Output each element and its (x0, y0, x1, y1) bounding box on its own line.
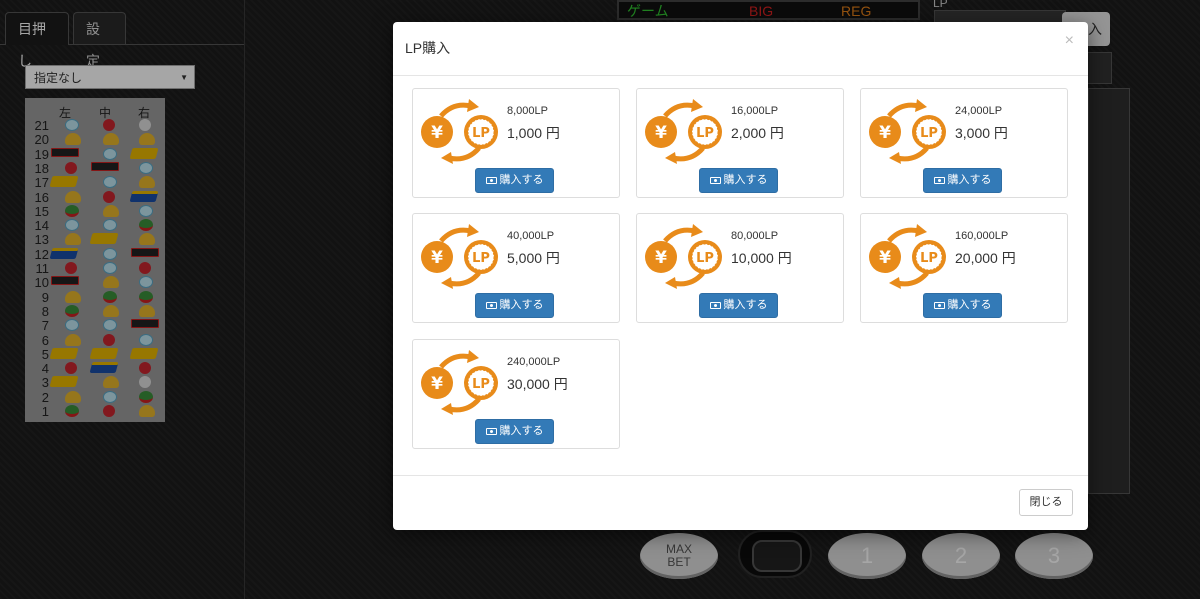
product-lp-amount: 160,000LP (955, 230, 1009, 242)
product-price: 30,000 円 (507, 376, 568, 392)
product-lp-amount: 240,000LP (507, 356, 561, 368)
product-card: ¥ LP 80,000LP 10,000 円購入する (636, 213, 844, 323)
money-icon (485, 427, 497, 435)
buy-button-label: 購入する (499, 299, 544, 311)
modal-header: LP購入 × (393, 22, 1088, 76)
buy-button[interactable]: 購入する (475, 168, 554, 193)
buy-button-label: 購入する (499, 174, 544, 186)
product-lp-amount: 16,000LP (731, 105, 779, 117)
product-price: 5,000 円 (507, 250, 560, 266)
close-icon[interactable]: × (1065, 32, 1074, 50)
svg-text:LP: LP (696, 126, 714, 141)
product-price: 10,000 円 (731, 250, 792, 266)
money-icon (485, 301, 497, 309)
product-card: ¥ LP 24,000LP 3,000 円購入する (860, 88, 1068, 198)
buy-button[interactable]: 購入する (923, 293, 1002, 318)
yen-lp-exchange-icon: ¥ LP (421, 350, 498, 415)
product-lp-amount: 80,000LP (731, 230, 779, 242)
svg-text:LP: LP (696, 251, 714, 266)
yen-lp-exchange-icon: ¥ LP (421, 224, 498, 289)
yen-lp-exchange-icon: ¥ LP (869, 224, 946, 289)
money-icon (709, 176, 721, 184)
product-card: ¥ LP 8,000LP 1,000 円購入する (412, 88, 620, 198)
money-icon (485, 176, 497, 184)
product-price: 2,000 円 (731, 125, 784, 141)
yen-lp-exchange-icon: ¥ LP (869, 99, 946, 164)
buy-button-label: 購入する (947, 299, 992, 311)
buy-button[interactable]: 購入する (475, 419, 554, 444)
modal-footer: 閉じる (393, 475, 1088, 531)
buy-button-label: 購入する (723, 299, 768, 311)
svg-text:¥: ¥ (431, 374, 443, 394)
product-lp-amount: 24,000LP (955, 105, 1003, 117)
svg-text:¥: ¥ (879, 248, 891, 268)
buy-button[interactable]: 購入する (475, 293, 554, 318)
buy-button[interactable]: 購入する (699, 168, 778, 193)
yen-lp-exchange-icon: ¥ LP (421, 99, 498, 164)
buy-button-label: 購入する (723, 174, 768, 186)
product-card: ¥ LP 16,000LP 2,000 円購入する (636, 88, 844, 198)
buy-button-label: 購入する (947, 174, 992, 186)
buy-button[interactable]: 購入する (699, 293, 778, 318)
modal-title: LP購入 (405, 40, 451, 56)
product-card: ¥ LP 40,000LP 5,000 円購入する (412, 213, 620, 323)
svg-text:¥: ¥ (431, 123, 443, 143)
lp-purchase-modal: LP購入 × ¥ LP 8,000LP 1,000 円購入する ¥ LP 16,000LP 2… (393, 22, 1088, 530)
product-price: 20,000 円 (955, 250, 1016, 266)
svg-text:LP: LP (472, 251, 490, 266)
svg-text:¥: ¥ (655, 123, 667, 143)
money-icon (933, 301, 945, 309)
product-price: 1,000 円 (507, 125, 560, 141)
svg-text:¥: ¥ (431, 248, 443, 268)
svg-text:LP: LP (920, 251, 938, 266)
product-price: 3,000 円 (955, 125, 1008, 141)
money-icon (933, 176, 945, 184)
product-card: ¥ LP 160,000LP 20,000 円購入する (860, 213, 1068, 323)
svg-text:¥: ¥ (655, 248, 667, 268)
yen-lp-exchange-icon: ¥ LP (645, 99, 722, 164)
product-lp-amount: 40,000LP (507, 230, 555, 242)
product-card: ¥ LP 240,000LP 30,000 円購入する (412, 339, 620, 449)
buy-button[interactable]: 購入する (923, 168, 1002, 193)
svg-text:LP: LP (472, 126, 490, 141)
svg-text:¥: ¥ (879, 123, 891, 143)
svg-text:LP: LP (920, 126, 938, 141)
close-button[interactable]: 閉じる (1019, 489, 1073, 516)
buy-button-label: 購入する (499, 425, 544, 437)
product-lp-amount: 8,000LP (507, 105, 548, 117)
money-icon (709, 301, 721, 309)
yen-lp-exchange-icon: ¥ LP (645, 224, 722, 289)
svg-text:LP: LP (472, 377, 490, 392)
